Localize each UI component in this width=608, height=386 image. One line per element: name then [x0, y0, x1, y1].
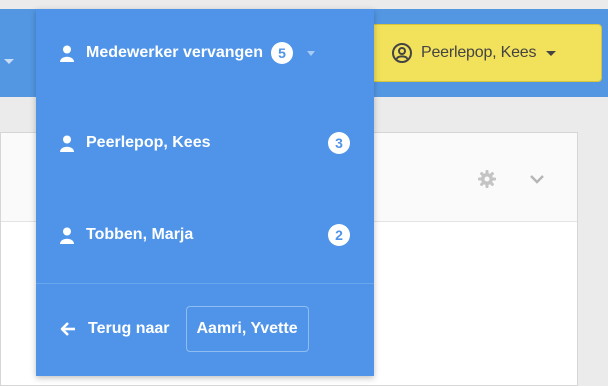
user-icon — [60, 135, 74, 152]
user-circle-icon — [392, 43, 412, 63]
caret-down-icon — [306, 50, 315, 56]
caret-down-icon — [546, 50, 557, 56]
user-menu-button[interactable]: Peerlepop, Kees — [370, 24, 602, 82]
dropdown-divider — [36, 283, 374, 284]
user-icon — [60, 227, 74, 244]
dropdown-item-tobben[interactable]: Tobben, Marja 2 — [36, 189, 374, 281]
arrow-left-icon — [60, 322, 75, 336]
dropdown-item-label: Tobben, Marja — [86, 226, 194, 243]
chevron-down-icon[interactable] — [527, 169, 547, 189]
count-badge: 3 — [328, 132, 350, 154]
dropdown-item-peerlepop[interactable]: Peerlepop, Kees 3 — [36, 97, 374, 189]
back-label: Terug naar — [88, 320, 170, 337]
count-badge: 2 — [328, 224, 350, 246]
back-target-chip[interactable]: Aamri, Yvette — [185, 306, 309, 352]
caret-down-icon[interactable] — [4, 59, 14, 64]
user-menu-label: Peerlepop, Kees — [421, 44, 537, 61]
gear-icon[interactable] — [477, 169, 497, 189]
dropdown-title: Medewerker vervangen — [86, 44, 263, 61]
user-icon — [60, 45, 74, 62]
dropdown-header[interactable]: Medewerker vervangen 5 — [36, 9, 374, 97]
dropdown-item-label: Peerlepop, Kees — [86, 134, 211, 151]
count-badge: 5 — [270, 42, 293, 64]
replace-employee-dropdown: Medewerker vervangen 5 Peerlepop, Kees 3… — [36, 9, 374, 376]
back-to-row[interactable]: Terug naar Aamri, Yvette — [36, 301, 374, 357]
